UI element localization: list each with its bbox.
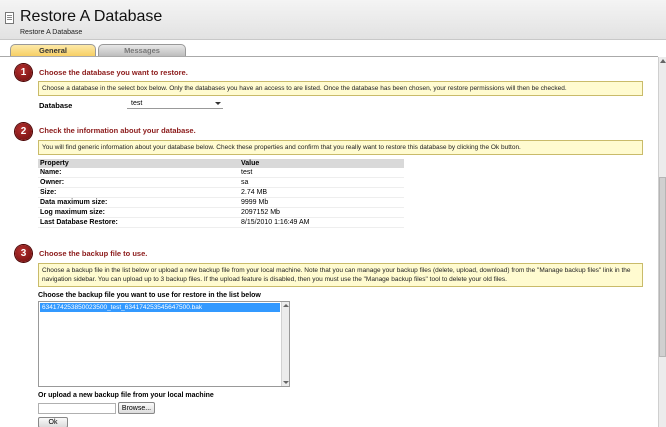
property-value: test bbox=[241, 169, 253, 176]
property-name: Log maximum size: bbox=[40, 209, 105, 216]
scroll-up-arrow-icon[interactable] bbox=[660, 59, 666, 63]
table-row: Log maximum size: 2097152 Mb bbox=[38, 208, 404, 218]
title-bar: Restore A Database Restore A Database bbox=[0, 0, 666, 40]
list-item[interactable]: 634174253850023500_test_6341742535456475… bbox=[40, 303, 280, 312]
table-row: Data maximum size: 9999 Mb bbox=[38, 198, 404, 208]
step-1-badge: 1 bbox=[15, 64, 32, 81]
table-row: Size: 2.74 MB bbox=[38, 188, 404, 198]
ok-button[interactable]: Ok bbox=[38, 417, 68, 427]
backup-file-list[interactable]: 634174253850023500_test_6341742535456475… bbox=[38, 301, 290, 387]
step-3-info: Choose a backup file in the list below o… bbox=[38, 263, 643, 287]
page-title: Restore A Database bbox=[20, 8, 163, 25]
scroll-down-arrow-icon[interactable] bbox=[283, 381, 289, 384]
breadcrumb[interactable]: Restore A Database bbox=[20, 29, 82, 36]
property-value: 9999 Mb bbox=[241, 199, 269, 206]
database-selected-value: test bbox=[131, 100, 143, 107]
step-2-badge: 2 bbox=[15, 123, 32, 140]
upload-label: Or upload a new backup file from your lo… bbox=[38, 392, 214, 399]
property-column-header: Property bbox=[40, 160, 69, 167]
list-scrollbar[interactable] bbox=[281, 302, 289, 386]
step-2-title: Check the information about your databas… bbox=[39, 126, 196, 135]
backup-list-label: Choose the backup file you want to use f… bbox=[38, 292, 261, 299]
chevron-down-icon[interactable] bbox=[215, 102, 221, 105]
step-3-badge: 3 bbox=[15, 245, 32, 262]
tab-bar: General Messages bbox=[0, 44, 666, 56]
step-1-info: Choose a database in the select box belo… bbox=[38, 81, 643, 96]
page-scrollbar[interactable] bbox=[658, 57, 666, 427]
value-column-header: Value bbox=[241, 160, 260, 167]
browse-button[interactable]: Browse... bbox=[118, 402, 155, 414]
property-name: Size: bbox=[40, 189, 57, 196]
property-name: Last Database Restore: bbox=[40, 219, 118, 226]
property-name: Owner: bbox=[40, 179, 65, 186]
scroll-up-arrow-icon[interactable] bbox=[283, 304, 289, 307]
properties-table: Property Value Name: test Owner: sa Size… bbox=[38, 159, 404, 228]
property-value: 2.74 MB bbox=[241, 189, 268, 196]
property-value: 8/15/2010 1:16:49 AM bbox=[241, 219, 310, 226]
property-name: Name: bbox=[40, 169, 62, 176]
scroll-thumb[interactable] bbox=[659, 177, 666, 357]
property-name: Data maximum size: bbox=[40, 199, 108, 206]
document-icon bbox=[5, 12, 14, 24]
table-row: Name: test bbox=[38, 168, 404, 178]
database-label: Database bbox=[39, 101, 73, 110]
tab-messages[interactable]: Messages bbox=[98, 44, 186, 56]
properties-header: Property Value bbox=[38, 159, 404, 168]
property-value: 2097152 Mb bbox=[241, 209, 280, 216]
property-value: sa bbox=[241, 179, 249, 186]
table-row: Last Database Restore: 8/15/2010 1:16:49… bbox=[38, 218, 404, 228]
step-2-info: You will find generic information about … bbox=[38, 140, 643, 155]
upload-file-input[interactable] bbox=[38, 403, 116, 414]
database-select[interactable]: test bbox=[127, 99, 223, 109]
table-row: Owner: sa bbox=[38, 178, 404, 188]
step-3-title: Choose the backup file to use. bbox=[39, 249, 148, 258]
step-1-title: Choose the database you want to restore. bbox=[39, 68, 188, 77]
tab-divider bbox=[0, 56, 658, 57]
tab-general[interactable]: General bbox=[10, 44, 96, 56]
